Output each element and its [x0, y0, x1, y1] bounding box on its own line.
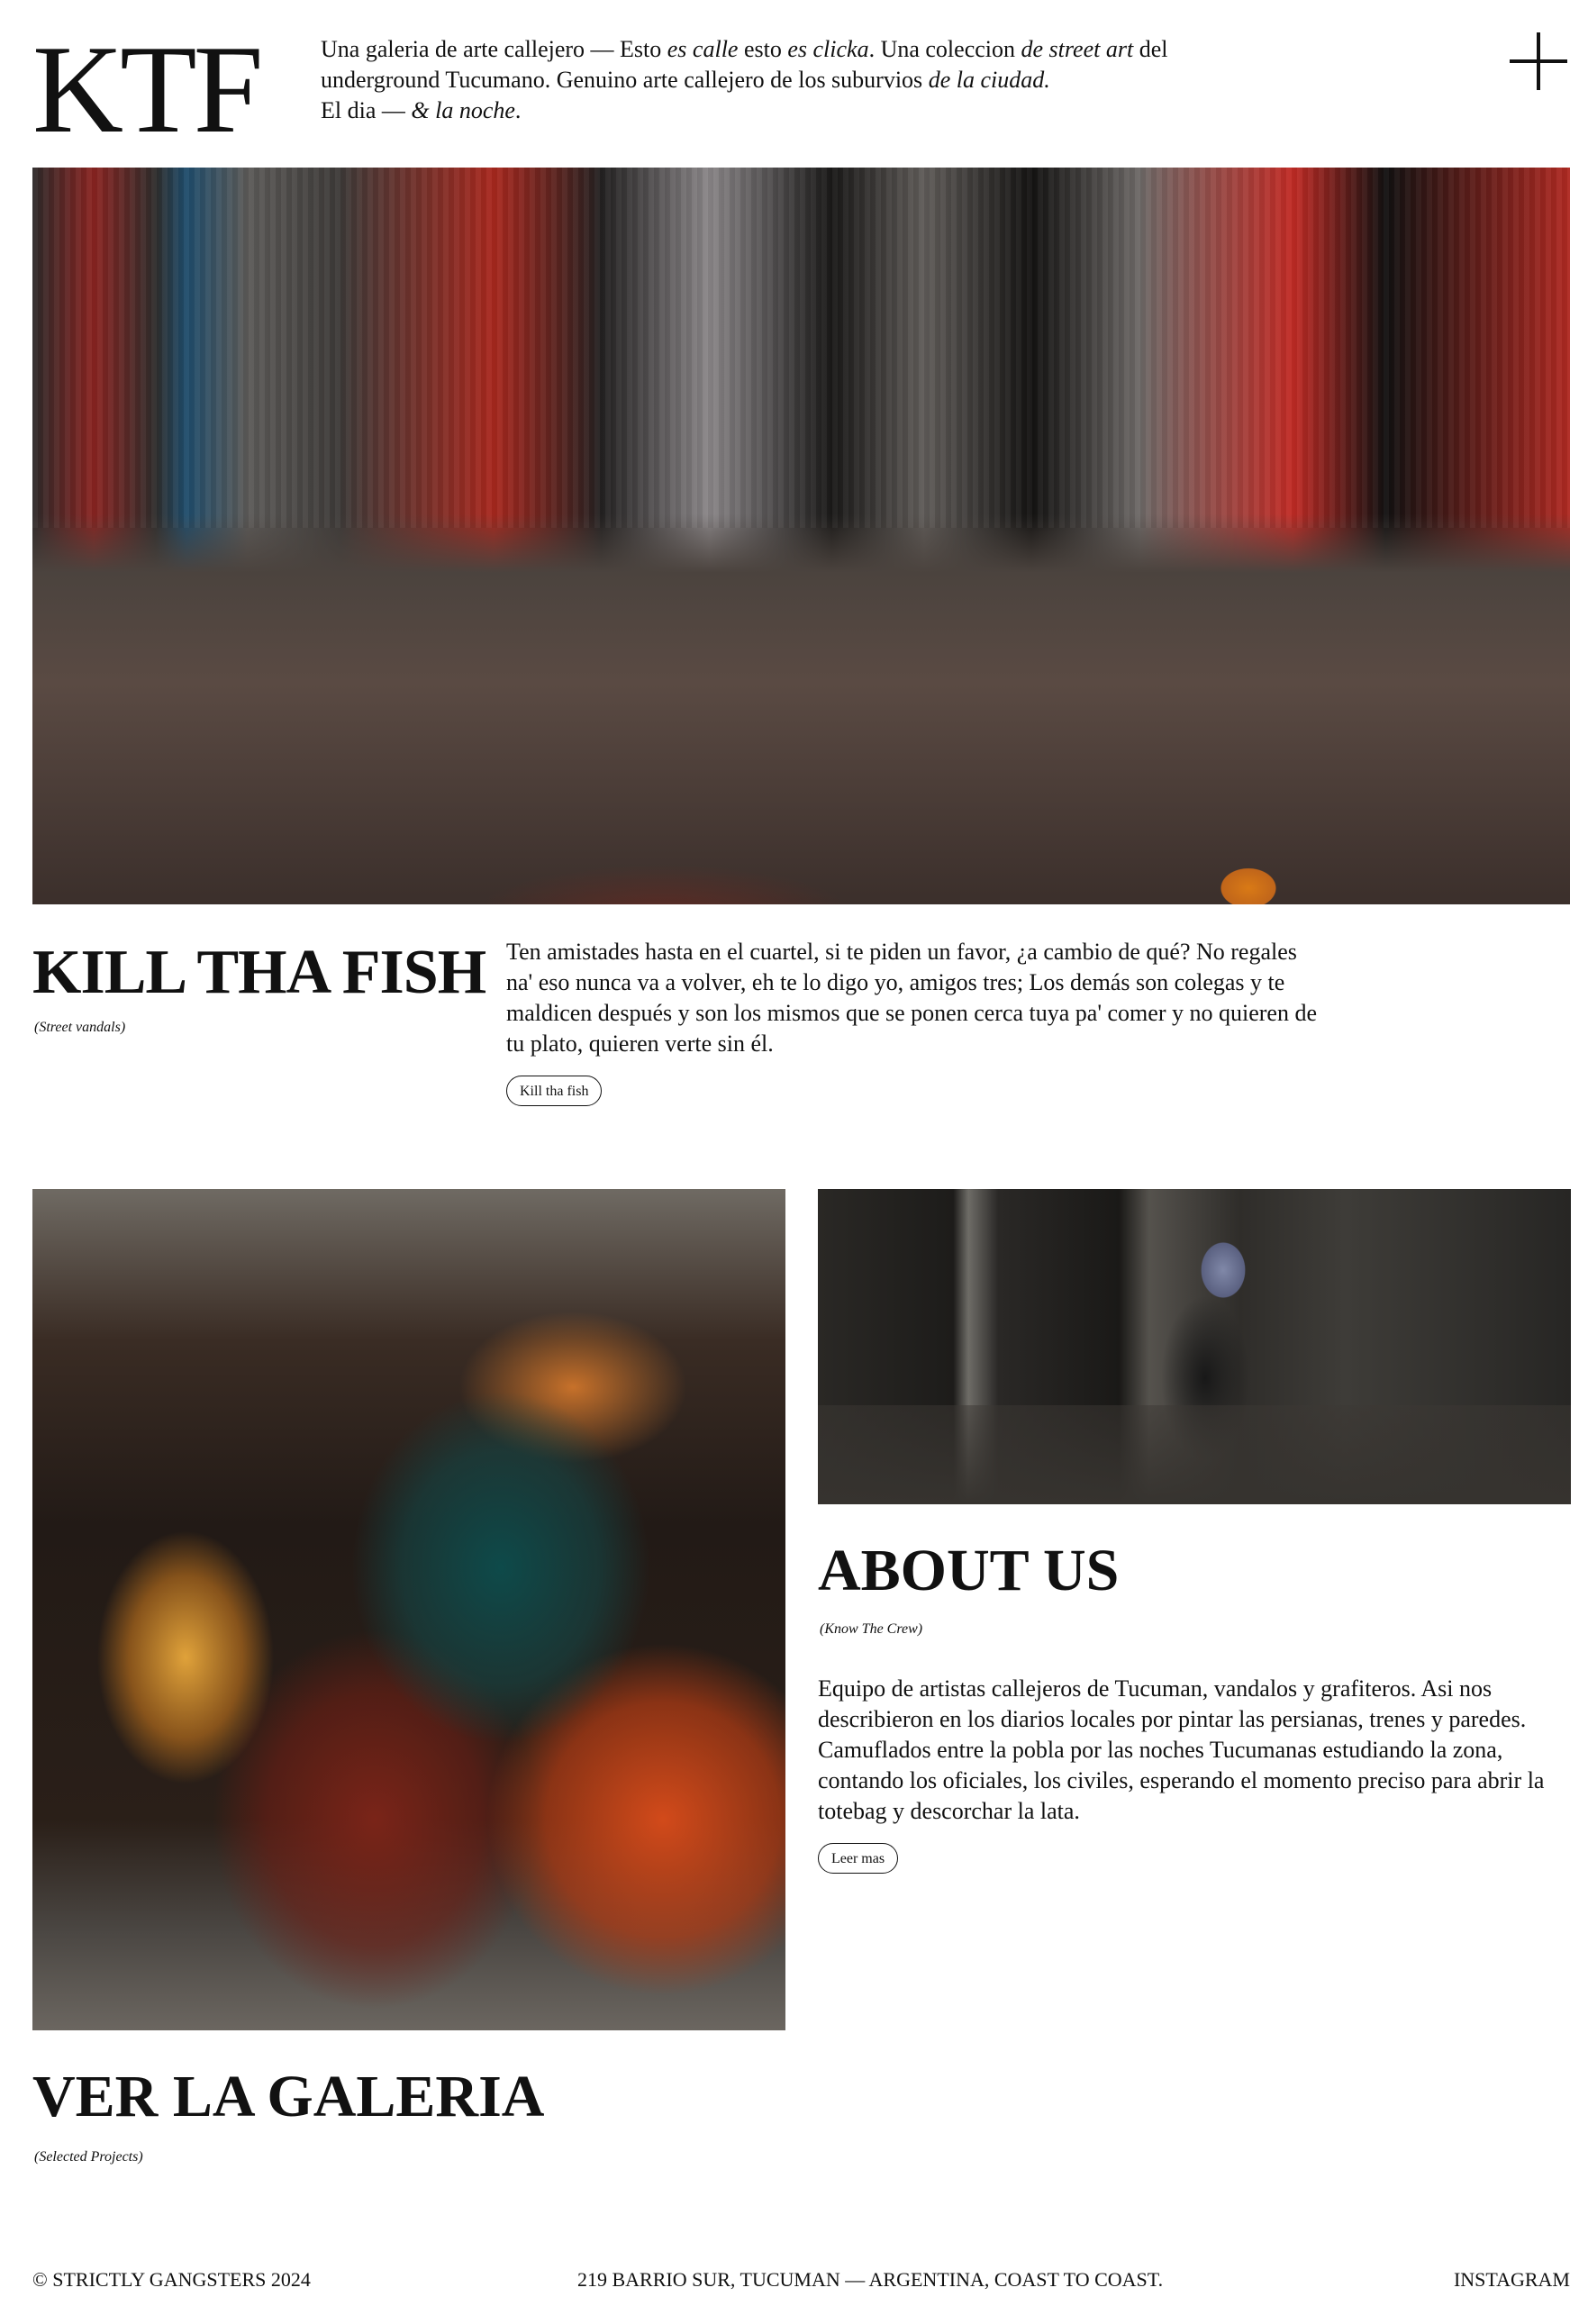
- kill-tha-fish-title: KILL THA FISH: [32, 938, 486, 1007]
- about-us-subtitle: (Know The Crew): [820, 1621, 923, 1637]
- about-us-text: Equipo de artistas callejeros de Tucuman…: [818, 1675, 1545, 1824]
- instagram-link[interactable]: INSTAGRAM: [1454, 2266, 1570, 2293]
- crew-photo: [818, 1189, 1571, 1504]
- gallery-photo[interactable]: [32, 1189, 785, 2030]
- kill-tha-fish-text: Ten amistades hasta en el cuartel, si te…: [506, 939, 1317, 1057]
- footer-address: 219 BARRIO SUR, TUCUMAN — ARGENTINA, COA…: [577, 2268, 1164, 2291]
- footer: © STRICTLY GANGSTERS 2024 219 BARRIO SUR…: [32, 2266, 1570, 2293]
- intro-text: Una galeria de arte callejero — Esto es …: [321, 36, 1168, 123]
- leer-mas-button[interactable]: Leer mas: [818, 1843, 899, 1874]
- footer-copyright: © STRICTLY GANGSTERS 2024: [32, 2268, 311, 2291]
- about-us-title: ABOUT US: [818, 1538, 1120, 1603]
- site-logo[interactable]: KTF: [32, 27, 263, 153]
- plus-icon[interactable]: [1510, 32, 1567, 90]
- kill-tha-fish-subtitle: (Street vandals): [34, 1020, 126, 1035]
- ver-la-galeria-title[interactable]: VER LA GALERIA: [32, 2063, 544, 2131]
- hero-photo: [32, 168, 1570, 904]
- kill-tha-fish-button[interactable]: Kill tha fish: [506, 1076, 603, 1106]
- ver-la-galeria-subtitle: (Selected Projects): [34, 2149, 143, 2165]
